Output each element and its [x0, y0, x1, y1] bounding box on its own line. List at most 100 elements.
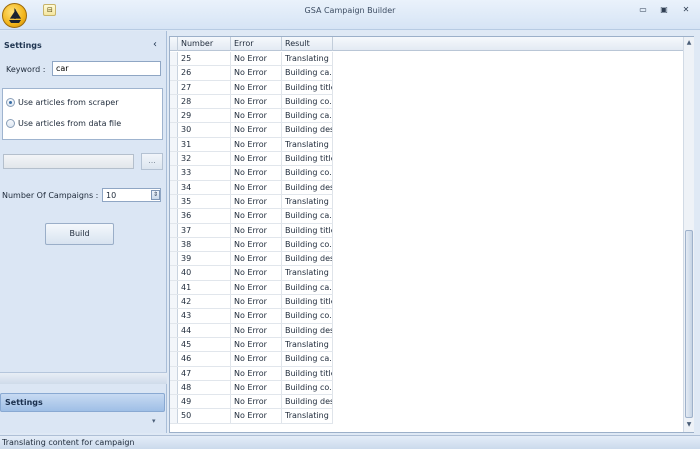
- cell-error[interactable]: No Error: [231, 66, 282, 80]
- table-row[interactable]: 41 No Error Building ca...: [170, 280, 333, 296]
- cell-result[interactable]: Building title...: [282, 366, 333, 380]
- cell-number[interactable]: 43: [178, 309, 231, 323]
- cell-error[interactable]: No Error: [231, 180, 282, 194]
- cell-result[interactable]: Building co...: [282, 237, 333, 252]
- table-row[interactable]: 38 No Error Building co...: [170, 237, 333, 253]
- cell-error[interactable]: No Error: [231, 237, 282, 252]
- cell-result[interactable]: Building title...: [282, 80, 333, 94]
- cell-result[interactable]: Building ca...: [282, 109, 333, 123]
- row-indicator[interactable]: [170, 109, 178, 123]
- campaigns-value[interactable]: 10: [106, 191, 116, 200]
- cell-number[interactable]: 35: [178, 194, 231, 209]
- cell-number[interactable]: 48: [178, 380, 231, 395]
- cell-result[interactable]: Translating ...: [282, 52, 333, 66]
- cell-error[interactable]: No Error: [231, 80, 282, 94]
- cell-error[interactable]: No Error: [231, 295, 282, 309]
- column-header-number[interactable]: Number: [178, 37, 231, 51]
- cell-number[interactable]: 50: [178, 409, 231, 423]
- cell-number[interactable]: 44: [178, 323, 231, 337]
- cell-result[interactable]: Translating ...: [282, 266, 333, 280]
- cell-result[interactable]: Translating ...: [282, 337, 333, 352]
- cell-error[interactable]: No Error: [231, 52, 282, 66]
- table-row[interactable]: 50No ErrorTranslating ...: [170, 409, 333, 424]
- row-indicator[interactable]: [170, 223, 178, 237]
- cell-error[interactable]: No Error: [231, 223, 282, 237]
- browse-button[interactable]: ...: [141, 153, 163, 170]
- scroll-down-icon[interactable]: ▼: [684, 421, 694, 430]
- cell-result[interactable]: Building title...: [282, 223, 333, 237]
- cell-error[interactable]: No Error: [231, 109, 282, 123]
- table-row[interactable]: 34No ErrorBuilding des...: [170, 180, 333, 195]
- cell-result[interactable]: Building des...: [282, 395, 333, 409]
- cell-number[interactable]: 30: [178, 123, 231, 137]
- build-button[interactable]: Build: [45, 223, 114, 245]
- table-row[interactable]: 43 No Error Building co...: [170, 309, 333, 324]
- cell-result[interactable]: Translating ...: [282, 194, 333, 209]
- table-row[interactable]: 40No ErrorTranslating ...: [170, 266, 333, 281]
- cell-number[interactable]: 34: [178, 180, 231, 194]
- cell-number[interactable]: 36: [178, 209, 231, 223]
- minimize-button[interactable]: ▭: [637, 5, 649, 15]
- chevron-down-icon[interactable]: ▾: [152, 417, 156, 425]
- table-row[interactable]: 25No ErrorTranslating ...: [170, 52, 333, 67]
- table-row[interactable]: 27No ErrorBuilding title...: [170, 80, 333, 95]
- stepper-arrows-icon[interactable]: ⇕: [151, 190, 160, 200]
- cell-number[interactable]: 33: [178, 166, 231, 180]
- cell-error[interactable]: No Error: [231, 352, 282, 366]
- table-row[interactable]: 48 No Error Building co...: [170, 380, 333, 396]
- row-indicator[interactable]: [170, 295, 178, 309]
- cell-result[interactable]: Building ca...: [282, 66, 333, 80]
- cell-result[interactable]: Translating ...: [282, 137, 333, 152]
- table-row[interactable]: 35No ErrorTranslating ...: [170, 194, 333, 210]
- radio-use-data-file[interactable]: Use articles from data file: [6, 117, 156, 131]
- table-row[interactable]: 33 No Error Building co...: [170, 166, 333, 181]
- table-row[interactable]: 47No ErrorBuilding title...: [170, 366, 333, 381]
- maximize-button[interactable]: ▣: [658, 5, 670, 15]
- cell-result[interactable]: Building des...: [282, 123, 333, 137]
- cell-number[interactable]: 29: [178, 109, 231, 123]
- cell-error[interactable]: No Error: [231, 309, 282, 323]
- campaigns-stepper[interactable]: 10 ⇕: [102, 188, 161, 202]
- table-row[interactable]: 46 No Error Building ca...: [170, 352, 333, 367]
- cell-error[interactable]: No Error: [231, 366, 282, 380]
- cell-error[interactable]: No Error: [231, 266, 282, 280]
- panel-splitter[interactable]: [0, 372, 167, 384]
- cell-result[interactable]: Building co...: [282, 380, 333, 395]
- cell-number[interactable]: 25: [178, 52, 231, 66]
- radio-use-scraper[interactable]: Use articles from scraper: [6, 96, 156, 110]
- cell-number[interactable]: 47: [178, 366, 231, 380]
- cell-number[interactable]: 49: [178, 395, 231, 409]
- cell-error[interactable]: No Error: [231, 152, 282, 166]
- table-row[interactable]: 32No ErrorBuilding title...: [170, 152, 333, 167]
- table-row[interactable]: 31No ErrorTranslating ...: [170, 137, 333, 153]
- table-row[interactable]: 36 No Error Building ca...: [170, 209, 333, 224]
- row-indicator[interactable]: [170, 166, 178, 180]
- keyword-input[interactable]: car: [52, 61, 161, 76]
- cell-error[interactable]: No Error: [231, 395, 282, 409]
- row-indicator[interactable]: [170, 352, 178, 366]
- row-indicator[interactable]: [170, 66, 178, 80]
- cell-result[interactable]: Building ca...: [282, 352, 333, 366]
- cell-number[interactable]: 46: [178, 352, 231, 366]
- cell-error[interactable]: No Error: [231, 209, 282, 223]
- table-row[interactable]: 29 No Error Building ca...: [170, 109, 333, 124]
- cell-error[interactable]: No Error: [231, 252, 282, 266]
- row-indicator[interactable]: [170, 252, 178, 266]
- cell-number[interactable]: 27: [178, 80, 231, 94]
- cell-number[interactable]: 26: [178, 66, 231, 80]
- cell-result[interactable]: Building co...: [282, 166, 333, 180]
- table-row[interactable]: 42No ErrorBuilding title...: [170, 295, 333, 310]
- cell-result[interactable]: Building title...: [282, 152, 333, 166]
- row-indicator[interactable]: [170, 194, 178, 209]
- table-row[interactable]: 37No ErrorBuilding title...: [170, 223, 333, 238]
- cell-number[interactable]: 45: [178, 337, 231, 352]
- cell-number[interactable]: 39: [178, 252, 231, 266]
- row-indicator[interactable]: [170, 380, 178, 395]
- table-row[interactable]: 44No ErrorBuilding des...: [170, 323, 333, 338]
- table-row[interactable]: 39No ErrorBuilding des...: [170, 252, 333, 267]
- cell-result[interactable]: Building des...: [282, 180, 333, 194]
- cell-number[interactable]: 38: [178, 237, 231, 252]
- cell-result[interactable]: Building des...: [282, 252, 333, 266]
- row-indicator[interactable]: [170, 237, 178, 252]
- collapse-panel-icon[interactable]: ‹: [153, 39, 157, 50]
